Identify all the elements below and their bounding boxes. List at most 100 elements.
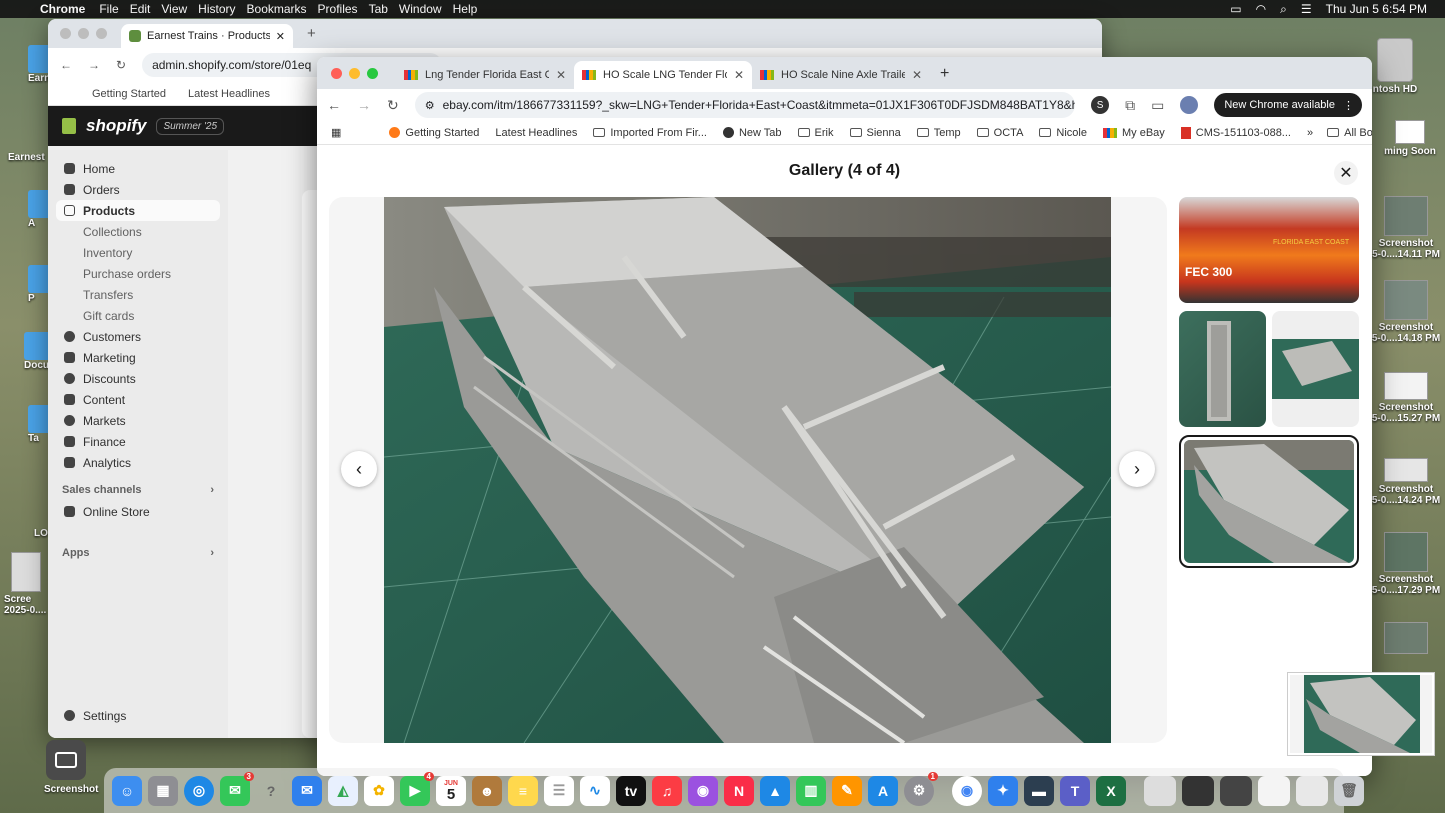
menubar-clock[interactable]: Thu Jun 5 6:54 PM [1326,2,1427,16]
minimized-window-icon[interactable] [1144,775,1176,806]
desktop-screenshot-file[interactable]: Screenshot 5-0....14.18 PM [1366,280,1445,344]
menu-file[interactable]: File [99,2,129,16]
podcasts-icon[interactable]: ◉ [688,775,718,806]
cast-icon[interactable]: ▭ [1151,97,1164,114]
gallery-thumbnail-4-selected[interactable] [1179,435,1359,568]
all-bookmarks-button[interactable]: All Bookmarks [1327,127,1372,139]
nav-marketing[interactable]: Marketing [48,347,228,368]
apps-section[interactable]: Apps › [48,542,228,564]
bookmark-cms[interactable]: CMS-151103-088... [1180,126,1291,139]
desktop-screenshot-file[interactable] [1366,622,1445,656]
nav-content[interactable]: Content [48,389,228,410]
reload-icon[interactable]: ↻ [387,97,399,114]
news-icon[interactable]: N [724,775,754,806]
close-tab-icon[interactable]: ✕ [912,68,922,82]
app-store-icon[interactable]: A [868,775,898,806]
menu-profiles[interactable]: Profiles [318,2,369,16]
reminders-icon[interactable]: ☰ [544,775,574,806]
minimized-window-icon[interactable] [1296,775,1328,806]
shopify-logo[interactable]: shopify [86,116,146,136]
photos-icon[interactable]: ✿ [364,775,394,806]
reload-icon[interactable]: ↻ [116,58,126,72]
extensions-puzzle-icon[interactable]: ⧉ [1125,97,1135,114]
profile-avatar[interactable] [1180,96,1199,114]
bookmark-getting-started[interactable]: Getting Started [389,127,479,139]
desktop-file[interactable]: LO [34,528,48,539]
bookmarks-overflow-button[interactable]: » [1307,127,1313,139]
minimized-window-icon[interactable] [1182,775,1214,806]
site-info-icon[interactable]: ⚙ [425,99,435,112]
forward-icon[interactable]: → [88,58,100,72]
close-tab-icon[interactable]: ✕ [556,68,566,82]
gallery-next-button[interactable]: › [1119,451,1155,487]
close-window-button[interactable] [60,28,71,39]
bookmark-folder-octa[interactable]: OCTA [976,127,1023,139]
back-icon[interactable]: ← [327,97,341,113]
extension-icon[interactable]: S [1091,96,1110,114]
menu-edit[interactable]: Edit [130,2,162,16]
main-product-photo[interactable] [384,197,1111,743]
menu-window[interactable]: Window [399,2,453,16]
close-tab-icon[interactable]: ✕ [734,68,744,82]
bookmark-folder-sienna[interactable]: Sienna [849,127,901,139]
bookmark-getting-started[interactable]: Getting Started [92,88,166,100]
screenshot-preview-thumbnail[interactable] [1287,672,1435,756]
apps-grid-icon[interactable]: ▦ [331,126,341,139]
nav-gift-cards[interactable]: Gift cards [48,305,228,326]
messages-icon[interactable]: ✉ 3 [220,771,254,806]
gallery-prev-button[interactable]: ‹ [341,451,377,487]
pages-icon[interactable]: ✎ [832,775,862,806]
menu-tab[interactable]: Tab [369,2,399,16]
minimize-window-button[interactable] [349,68,360,79]
gallery-thumbnail-2[interactable] [1179,311,1266,427]
gallery-close-button[interactable]: ✕ [1334,161,1358,185]
new-chrome-available-button[interactable]: New Chrome available ⋮ [1214,93,1362,117]
nav-transfers[interactable]: Transfers [48,284,228,305]
tab-shopify-products[interactable]: Earnest Trains · Products · HO ✕ [121,24,293,48]
zoom-window-button[interactable] [96,28,107,39]
finder-icon[interactable]: ☺ [112,775,142,806]
teams-icon[interactable]: T [1060,775,1090,806]
train-app-icon[interactable]: ▬ [1024,775,1054,806]
excel-icon[interactable]: X [1096,775,1126,806]
close-tab-icon[interactable]: ✕ [276,30,285,43]
spotlight-icon[interactable]: ⌕ [1280,2,1287,17]
numbers-icon[interactable]: ▥ [796,775,826,806]
nav-settings[interactable]: Settings [48,705,126,726]
keynote-icon[interactable]: ▲ [760,775,790,806]
bookmark-latest-headlines[interactable]: Latest Headlines [188,88,270,100]
tab-lng-tender-1[interactable]: Lng Tender Florida East Coas ✕ [396,61,574,89]
bookmark-new-tab[interactable]: New Tab [722,127,782,139]
contacts-icon[interactable]: ☻ [472,775,502,806]
gallery-thumbnail-1[interactable]: FEC 300 FLORIDA EAST COAST [1179,197,1359,303]
maps-icon[interactable]: ◭ [328,775,358,806]
battery-icon[interactable]: ▭ [1230,2,1241,16]
desktop-folder[interactable]: Earnest [8,152,45,163]
nav-analytics[interactable]: Analytics [48,452,228,473]
nav-customers[interactable]: Customers [48,326,228,347]
launchpad-icon[interactable]: ▦ [148,775,178,806]
nav-orders[interactable]: Orders [48,179,228,200]
menu-view[interactable]: View [161,2,198,16]
close-window-button[interactable] [331,68,342,79]
calendar-icon[interactable]: JUN 5 [436,775,466,806]
nav-purchase-orders[interactable]: Purchase orders [48,263,228,284]
desktop-screenshot-file[interactable]: Screenshot 5-0....17.29 PM [1366,532,1445,596]
freeform-icon[interactable]: ∿ [580,775,610,806]
bluesky-icon[interactable]: ✦ [988,775,1018,806]
minimize-window-button[interactable] [78,28,89,39]
facetime-icon[interactable]: ▶ 4 [400,771,434,806]
nav-inventory[interactable]: Inventory [48,242,228,263]
minimized-window-icon[interactable] [1258,775,1290,806]
nav-home[interactable]: Home [48,158,228,179]
nav-online-store[interactable]: Online Store [48,501,228,522]
nav-collections[interactable]: Collections [48,221,228,242]
zoom-window-button[interactable] [367,68,378,79]
control-center-icon[interactable]: ☰ [1301,2,1312,16]
screenshot-tool[interactable]: Screenshot [44,740,98,795]
bookmark-folder-temp[interactable]: Temp [916,127,961,139]
back-icon[interactable]: ← [60,58,72,72]
desktop-file[interactable]: ming Soon [1370,120,1445,157]
desktop-screenshot-file[interactable]: Scree 2025-0.... [4,552,48,616]
nav-discounts[interactable]: Discounts [48,368,228,389]
